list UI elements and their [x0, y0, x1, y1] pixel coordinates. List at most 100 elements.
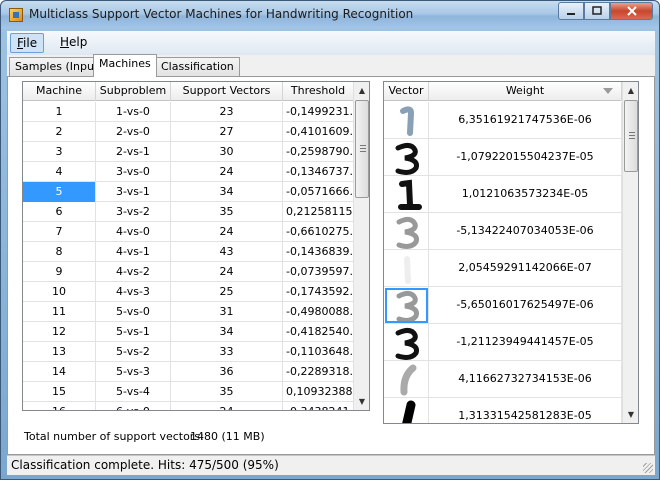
table-row[interactable]: 9 4-vs-2 24 -0,0739597... [23, 262, 354, 282]
cell-subproblem[interactable]: 3-vs-0 [96, 162, 171, 182]
cell-machine[interactable]: 6 [23, 202, 96, 222]
menu-help[interactable]: Help [54, 33, 93, 53]
cell-subproblem[interactable]: 5-vs-3 [96, 362, 171, 382]
cell-machine[interactable]: 14 [23, 362, 96, 382]
cell-threshold[interactable]: -0,1103648... [283, 342, 354, 362]
cell-machine[interactable]: 9 [23, 262, 96, 282]
machines-grid-scrollbar[interactable]: ▲ ▼ [353, 82, 369, 410]
cell-machine[interactable]: 11 [23, 302, 96, 322]
cell-machine[interactable]: 8 [23, 242, 96, 262]
cell-machine[interactable]: 4 [23, 162, 96, 182]
cell-machine[interactable]: 13 [23, 342, 96, 362]
maximize-button[interactable] [584, 2, 610, 20]
table-row[interactable]: 5 3-vs-1 34 -0,0571666... [23, 182, 354, 202]
table-row[interactable]: 14 5-vs-3 36 -0,2289318... [23, 362, 354, 382]
scroll-down-button[interactable]: ▼ [354, 393, 369, 410]
cell-weight[interactable]: 1,31331542581283E-05 [429, 398, 622, 423]
cell-support-vectors[interactable]: 23 [171, 102, 283, 122]
table-row[interactable]: -5,65016017625497E-06 [384, 287, 622, 324]
cell-machine[interactable]: 2 [23, 122, 96, 142]
cell-weight[interactable]: -5,65016017625497E-06 [429, 287, 622, 324]
cell-threshold[interactable]: -0,1743592... [283, 282, 354, 302]
scroll-thumb[interactable] [355, 100, 369, 198]
cell-machine[interactable]: 15 [23, 382, 96, 402]
column-header-support-vectors[interactable]: Support Vectors [171, 82, 283, 101]
cell-machine[interactable]: 12 [23, 322, 96, 342]
column-header-weight[interactable]: Weight [429, 82, 622, 101]
table-row[interactable]: 8 4-vs-1 43 -0,1436839... [23, 242, 354, 262]
table-row[interactable]: 11 5-vs-0 31 -0,4980088... [23, 302, 354, 322]
table-row[interactable]: 1,31331542581283E-05 [384, 398, 622, 423]
cell-vector[interactable] [384, 139, 429, 176]
cell-machine[interactable]: 5 [23, 182, 96, 202]
cell-weight[interactable]: 4,11662732734153E-06 [429, 361, 622, 398]
cell-threshold[interactable]: -0,1499231... [283, 102, 354, 122]
cell-vector[interactable] [384, 287, 429, 324]
menu-file[interactable]: File [10, 33, 45, 53]
table-row[interactable]: 6,35161921747536E-06 [384, 102, 622, 139]
cell-threshold[interactable]: 0,10932388... [283, 382, 354, 402]
table-row[interactable]: 13 5-vs-2 33 -0,1103648... [23, 342, 354, 362]
cell-threshold[interactable]: -0,4980088... [283, 302, 354, 322]
column-header-subproblem[interactable]: Subproblem [96, 82, 171, 101]
cell-subproblem[interactable]: 4-vs-2 [96, 262, 171, 282]
cell-support-vectors[interactable]: 24 [171, 402, 283, 410]
cell-weight[interactable]: -5,13422407034053E-06 [429, 213, 622, 250]
cell-support-vectors[interactable]: 25 [171, 282, 283, 302]
cell-support-vectors[interactable]: 35 [171, 382, 283, 402]
table-row[interactable]: 2 2-vs-0 27 -0,4101609... [23, 122, 354, 142]
cell-threshold[interactable]: -0,2598790... [283, 142, 354, 162]
cell-machine[interactable]: 16 [23, 402, 96, 410]
cell-weight[interactable]: 6,35161921747536E-06 [429, 102, 622, 139]
cell-subproblem[interactable]: 5-vs-1 [96, 322, 171, 342]
cell-subproblem[interactable]: 1-vs-0 [96, 102, 171, 122]
vectors-grid[interactable]: Vector Weight 6,35161921747536E-06 -1,079… [383, 81, 639, 424]
table-row[interactable]: 4 3-vs-0 24 -0,1346737... [23, 162, 354, 182]
cell-vector[interactable] [384, 102, 429, 139]
scroll-up-button[interactable]: ▲ [623, 82, 638, 99]
cell-threshold[interactable]: 0,21258115... [283, 202, 354, 222]
cell-threshold[interactable]: -0,2289318... [283, 362, 354, 382]
cell-subproblem[interactable]: 3-vs-1 [96, 182, 171, 202]
table-row[interactable]: 10 4-vs-3 25 -0,1743592... [23, 282, 354, 302]
scroll-down-button[interactable]: ▼ [623, 406, 638, 423]
cell-subproblem[interactable]: 6-vs-0 [96, 402, 171, 410]
table-row[interactable]: 1 1-vs-0 23 -0,1499231... [23, 102, 354, 122]
cell-threshold[interactable]: -0,0739597... [283, 262, 354, 282]
cell-support-vectors[interactable]: 33 [171, 342, 283, 362]
cell-weight[interactable]: 2,05459291142066E-07 [429, 250, 622, 287]
cell-weight[interactable]: -1,07922015504237E-05 [429, 139, 622, 176]
table-row[interactable]: 1,0121063573234E-05 [384, 176, 622, 213]
cell-machine[interactable]: 10 [23, 282, 96, 302]
cell-weight[interactable]: 1,0121063573234E-05 [429, 176, 622, 213]
table-row[interactable]: 12 5-vs-1 34 -0,4182540... [23, 322, 354, 342]
column-header-vector[interactable]: Vector [384, 82, 429, 101]
cell-threshold[interactable]: -0,6610275... [283, 222, 354, 242]
table-row[interactable]: -5,13422407034053E-06 [384, 213, 622, 250]
table-row[interactable]: 4,11662732734153E-06 [384, 361, 622, 398]
cell-threshold[interactable]: -0,1346737... [283, 162, 354, 182]
cell-subproblem[interactable]: 2-vs-1 [96, 142, 171, 162]
cell-subproblem[interactable]: 4-vs-0 [96, 222, 171, 242]
table-row[interactable]: 7 4-vs-0 24 -0,6610275... [23, 222, 354, 242]
close-button[interactable] [610, 2, 653, 20]
cell-subproblem[interactable]: 5-vs-0 [96, 302, 171, 322]
minimize-button[interactable] [558, 2, 584, 20]
cell-machine[interactable]: 1 [23, 102, 96, 122]
table-row[interactable]: -1,07922015504237E-05 [384, 139, 622, 176]
cell-support-vectors[interactable]: 34 [171, 322, 283, 342]
cell-support-vectors[interactable]: 43 [171, 242, 283, 262]
cell-threshold[interactable]: -0,3438241... [283, 402, 354, 410]
table-row[interactable]: -1,21123949441457E-05 [384, 324, 622, 361]
cell-vector[interactable] [384, 176, 429, 213]
vectors-grid-scrollbar[interactable]: ▲ ▼ [622, 82, 638, 423]
cell-threshold[interactable]: -0,4101609... [283, 122, 354, 142]
cell-subproblem[interactable]: 2-vs-0 [96, 122, 171, 142]
cell-support-vectors[interactable]: 34 [171, 182, 283, 202]
cell-support-vectors[interactable]: 36 [171, 362, 283, 382]
resize-grip-icon[interactable] [643, 463, 653, 473]
tab-classification[interactable]: Classification [155, 57, 240, 76]
table-row[interactable]: 155-vs-4350,10932388... [23, 382, 354, 402]
cell-threshold[interactable]: -0,4182540... [283, 322, 354, 342]
cell-support-vectors[interactable]: 24 [171, 222, 283, 242]
